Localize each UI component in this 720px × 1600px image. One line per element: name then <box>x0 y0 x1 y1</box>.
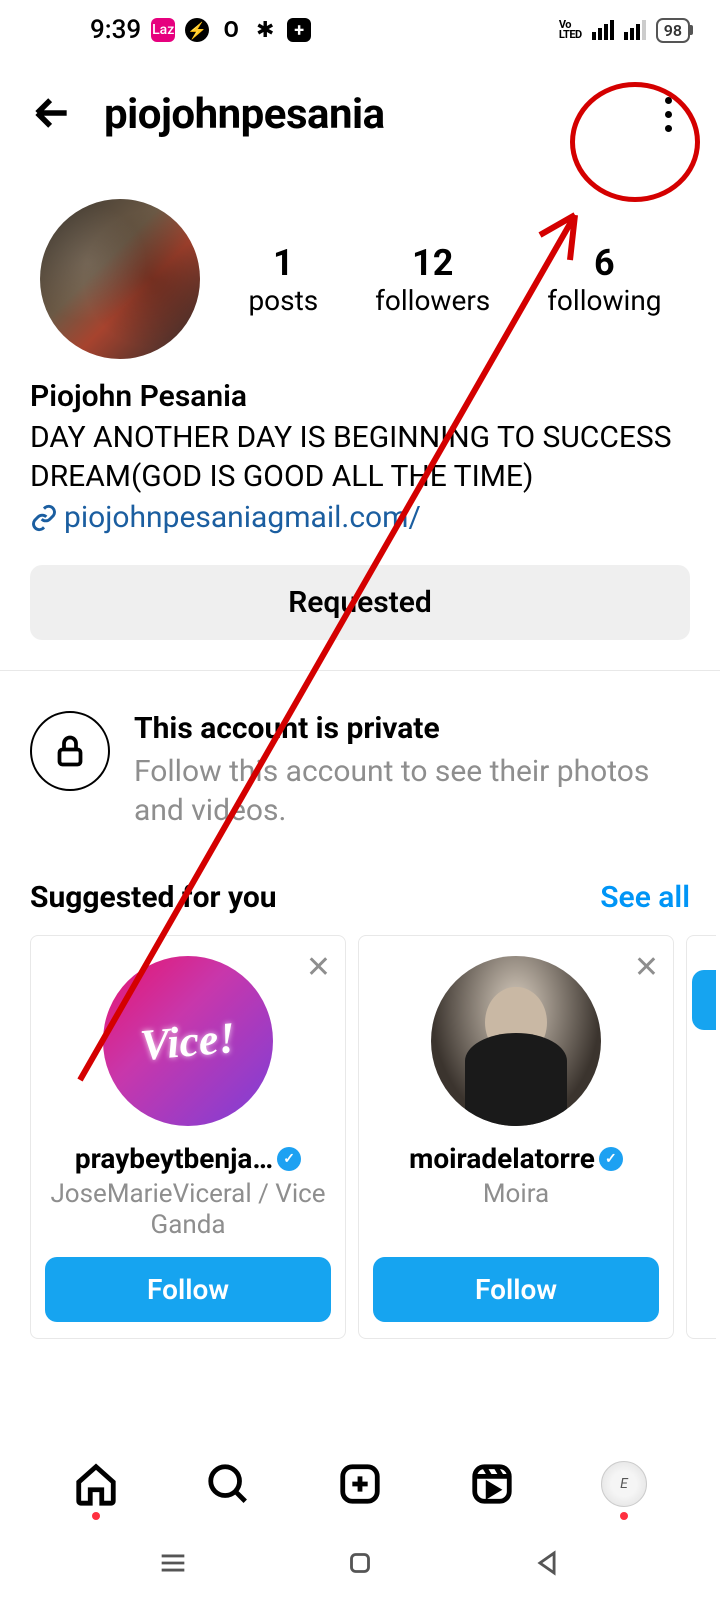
avatar-text: Vice! <box>138 1011 237 1070</box>
stats-container: 1 posts 12 followers 6 following <box>220 242 690 317</box>
nav-home-button[interactable] <box>70 1458 122 1510</box>
see-all-link[interactable]: See all <box>600 880 690 915</box>
followers-label: followers <box>375 284 490 317</box>
profile-header: piojohnpesania <box>0 60 720 159</box>
followers-count: 12 <box>375 242 490 284</box>
suggested-title: Suggested for you <box>30 880 277 915</box>
following-count: 6 <box>547 242 661 284</box>
display-name: Piojohn Pesania <box>30 379 690 414</box>
status-right: Vo LTED 98 <box>549 15 690 45</box>
nav-create-button[interactable] <box>334 1458 386 1510</box>
volte-icon: Vo LTED <box>559 20 582 40</box>
bottom-nav: E <box>0 1438 720 1530</box>
suggested-avatar[interactable] <box>431 956 601 1126</box>
nav-avatar-icon: E <box>601 1461 647 1507</box>
suggested-subtitle: Moira <box>373 1179 659 1243</box>
suggested-header: Suggested for you See all <box>0 860 720 935</box>
private-subtitle: Follow this account to see their photos … <box>134 752 690 830</box>
close-icon[interactable]: ✕ <box>634 950 659 985</box>
link-icon <box>30 504 58 532</box>
app-icon-lazada: Laz <box>151 18 175 42</box>
plus-app-icon: + <box>287 18 311 42</box>
profile-bio: Piojohn Pesania DAY ANOTHER DAY IS BEGIN… <box>0 369 720 545</box>
suggested-username[interactable]: praybeytbenja… <box>75 1142 273 1175</box>
profile-avatar[interactable] <box>40 199 200 359</box>
status-time: 9:39 <box>90 15 141 45</box>
status-bar: 9:39 Laz ⚡ O + Vo LTED 98 <box>0 0 720 60</box>
stat-posts[interactable]: 1 posts <box>248 242 318 317</box>
lock-icon <box>30 711 110 791</box>
private-notice: This account is private Follow this acco… <box>0 671 720 860</box>
suggested-avatar[interactable]: Vice! <box>103 956 273 1126</box>
more-options-button[interactable] <box>646 97 690 132</box>
close-icon[interactable]: ✕ <box>306 950 331 985</box>
messenger-icon: ⚡ <box>185 18 209 42</box>
signal-icon-2 <box>624 20 646 40</box>
suggested-subtitle: JoseMarieViceral / Vice Ganda <box>45 1179 331 1243</box>
follow-button[interactable]: Follow <box>45 1257 331 1322</box>
battery-indicator: 98 <box>656 18 690 43</box>
swirl-icon <box>253 18 277 42</box>
following-label: following <box>547 284 661 317</box>
verified-badge-icon: ✓ <box>277 1147 301 1171</box>
bio-link[interactable]: piojohnpesaniagmail.com/ <box>30 500 690 535</box>
follow-button[interactable]: Follow <box>373 1257 659 1322</box>
requested-button[interactable]: Requested <box>30 565 690 640</box>
profile-username: piojohnpesania <box>74 90 646 139</box>
notification-dot-icon <box>92 1512 100 1520</box>
verified-badge-icon: ✓ <box>599 1147 623 1171</box>
home-button[interactable] <box>343 1546 377 1584</box>
bio-text: DAY ANOTHER DAY IS BEGINNING TO SUCCESS … <box>30 418 690 496</box>
back-system-button[interactable] <box>530 1546 564 1584</box>
system-nav <box>0 1530 720 1600</box>
suggested-username[interactable]: moiradelatorre <box>409 1142 595 1175</box>
back-button[interactable] <box>30 91 74 139</box>
profile-stats-row: 1 posts 12 followers 6 following <box>0 159 720 369</box>
stat-followers[interactable]: 12 followers <box>375 242 490 317</box>
signal-icon-1 <box>592 20 614 40</box>
posts-label: posts <box>248 284 318 317</box>
follow-button[interactable] <box>692 970 716 1030</box>
suggested-card: ✕ Vice! praybeytbenja… ✓ JoseMarieVicera… <box>30 935 346 1339</box>
posts-count: 1 <box>248 242 318 284</box>
stat-following[interactable]: 6 following <box>547 242 661 317</box>
opera-icon: O <box>219 18 243 42</box>
suggested-card: ✕ moiradelatorre ✓ Moira Follow <box>358 935 674 1339</box>
nav-search-button[interactable] <box>202 1458 254 1510</box>
suggested-card-partial <box>686 935 716 1339</box>
status-left: 9:39 Laz ⚡ O + <box>90 15 311 45</box>
recent-apps-button[interactable] <box>156 1546 190 1584</box>
nav-reels-button[interactable] <box>466 1458 518 1510</box>
suggested-list[interactable]: ✕ Vice! praybeytbenja… ✓ JoseMarieVicera… <box>0 935 720 1339</box>
nav-profile-button[interactable]: E <box>598 1458 650 1510</box>
notification-dot-icon <box>620 1512 628 1520</box>
private-title: This account is private <box>134 711 690 746</box>
bio-link-text: piojohnpesaniagmail.com/ <box>64 500 421 535</box>
